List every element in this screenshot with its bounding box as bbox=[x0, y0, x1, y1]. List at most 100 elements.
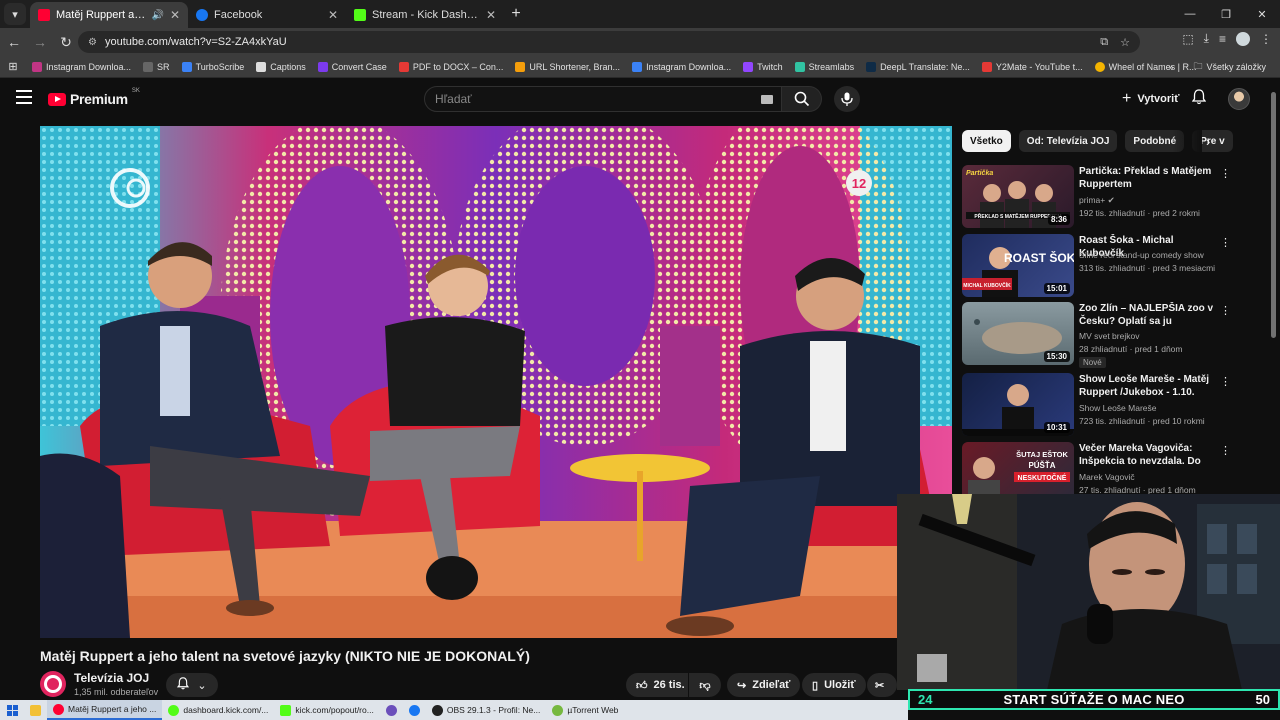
recommendation-item[interactable]: 15:30 Zoo Zlín – NAJLEPŠIA zoo v Česku? … bbox=[962, 302, 1262, 368]
video-title[interactable]: Večer Mareka Vagoviča: Inšpekcia to nevz… bbox=[1079, 442, 1215, 468]
bookmark-item[interactable]: Twitch bbox=[737, 61, 789, 72]
restore-button[interactable]: ❐ bbox=[1208, 0, 1244, 28]
taskbar-item[interactable] bbox=[380, 700, 403, 720]
voice-search-button[interactable] bbox=[834, 86, 860, 112]
taskbar-item[interactable]: Matěj Ruppert a jeho ... bbox=[47, 700, 163, 720]
more-actions-icon[interactable]: ⋮ bbox=[1220, 167, 1231, 180]
bookmarks-right: » 🗀 Všetky záložky bbox=[1168, 59, 1272, 75]
create-label: Vytvoriť bbox=[1137, 93, 1180, 105]
chevron-right-icon[interactable]: » bbox=[1168, 62, 1173, 72]
taskbar-item[interactable]: dashboard.kick.com/... bbox=[162, 700, 274, 720]
tab-youtube[interactable]: Matěj Ruppert a jeho talent 🔊 ✕ bbox=[30, 2, 188, 28]
video-channel[interactable]: Marek Vagovič bbox=[1079, 472, 1135, 482]
video-duration: 15:30 bbox=[1043, 351, 1070, 362]
taskbar-item[interactable]: µTorrent Web bbox=[546, 700, 624, 720]
bookmark-item[interactable]: DeepL Translate: Ne... bbox=[860, 61, 976, 72]
close-icon[interactable]: ✕ bbox=[486, 8, 496, 22]
install-app-icon[interactable]: ⧉ bbox=[1100, 36, 1108, 49]
clip-button[interactable]: ✂ bbox=[867, 673, 897, 697]
video-channel[interactable]: MV svet brejkov bbox=[1079, 331, 1139, 341]
bookmark-item[interactable]: TurboScribe bbox=[176, 61, 251, 72]
taskbar-item[interactable] bbox=[403, 700, 426, 720]
bookmark-item[interactable]: Y2Mate - YouTube t... bbox=[976, 61, 1089, 72]
bookmark-item[interactable]: Convert Case bbox=[312, 61, 393, 72]
close-icon[interactable]: ✕ bbox=[170, 8, 180, 22]
back-button[interactable]: ← bbox=[2, 30, 26, 54]
account-avatar[interactable] bbox=[1228, 88, 1250, 110]
site-info-icon[interactable]: ⚙ bbox=[88, 37, 97, 48]
subscription-bell-button[interactable]: ⌄ bbox=[166, 673, 218, 697]
more-actions-icon[interactable]: ⋮ bbox=[1220, 375, 1231, 388]
reload-button[interactable]: ↻ bbox=[54, 30, 78, 54]
save-button[interactable]: ▯ Uložiť bbox=[802, 673, 866, 697]
close-window-button[interactable]: ✕ bbox=[1244, 0, 1280, 28]
bookmark-star-icon[interactable]: ☆ bbox=[1120, 36, 1130, 49]
search-input[interactable]: Hľadať bbox=[424, 86, 782, 112]
speaker-icon[interactable]: 🔊 bbox=[151, 10, 163, 21]
video-thumbnail[interactable]: 10:31 bbox=[962, 373, 1074, 436]
like-button[interactable]: 👍︎ 26 tis. bbox=[626, 673, 688, 697]
chip-from-channel[interactable]: Od: Televízia JOJ bbox=[1018, 130, 1118, 152]
video-title[interactable]: Show Leoše Mareše - Matěj Ruppert /Jukeb… bbox=[1079, 373, 1215, 399]
extensions-icon[interactable]: ⬚ bbox=[1182, 32, 1193, 46]
bookmark-item[interactable]: URL Shortener, Bran... bbox=[509, 61, 626, 72]
video-channel[interactable]: Silné reči stand-up comedy show bbox=[1079, 250, 1204, 260]
apps-grid-icon[interactable]: ⊞ bbox=[0, 60, 26, 73]
video-title[interactable]: Partička: Překlad s Matějem Ruppertem bbox=[1079, 165, 1215, 191]
plus-icon: + bbox=[1122, 90, 1132, 107]
recommendation-item[interactable]: 10:31 Show Leoše Mareše - Matěj Ruppert … bbox=[962, 373, 1262, 437]
recommendation-item[interactable]: Partička PŘEKLAD S MATĚJEM RUPPERTEM 8:3… bbox=[962, 165, 1262, 229]
video-channel[interactable]: Show Leoše Mareše bbox=[1079, 403, 1157, 413]
menu-hamburger-icon[interactable] bbox=[16, 90, 32, 104]
minimize-button[interactable]: — bbox=[1172, 0, 1208, 28]
recommendation-item[interactable]: ROAST ŠOKA MICHAL KUBOVČÍK 15:01 Roast Š… bbox=[962, 234, 1262, 298]
share-button[interactable]: ↪ Zdieľať bbox=[727, 673, 801, 697]
video-title[interactable]: Zoo Zlín – NAJLEPŠIA zoo v Česku? Oplatí… bbox=[1079, 302, 1215, 328]
channel-name[interactable]: Televízia JOJ bbox=[74, 671, 149, 685]
bookmark-item[interactable]: Captions bbox=[250, 61, 312, 72]
url-field[interactable]: ⚙ youtube.com/watch?v=S2-ZA4xkYaU ⧉ ☆ bbox=[78, 31, 1140, 53]
create-button[interactable]: + Vytvoriť bbox=[1112, 87, 1190, 111]
more-actions-icon[interactable]: ⋮ bbox=[1220, 444, 1231, 457]
bookmark-item[interactable]: Streamlabs bbox=[789, 61, 861, 72]
video-thumbnail[interactable]: ROAST ŠOKA MICHAL KUBOVČÍK 15:01 bbox=[962, 234, 1074, 297]
bookmark-favicon-icon bbox=[398, 61, 409, 72]
more-actions-icon[interactable]: ⋮ bbox=[1220, 304, 1231, 317]
profile-avatar[interactable] bbox=[1236, 31, 1250, 46]
video-thumbnail[interactable]: Partička PŘEKLAD S MATĚJEM RUPPERTEM 8:3… bbox=[962, 165, 1074, 228]
notifications-bell-icon[interactable] bbox=[1191, 89, 1207, 108]
bookmark-item[interactable]: SR bbox=[137, 61, 176, 72]
taskbar-file-explorer[interactable] bbox=[24, 700, 47, 720]
new-tab-button[interactable]: + bbox=[504, 2, 528, 26]
more-actions-icon[interactable]: ⋮ bbox=[1220, 236, 1231, 249]
all-bookmarks-folder[interactable]: 🗀 Všetky záložky bbox=[1187, 59, 1272, 75]
bookmark-item[interactable]: Instagram Downloa... bbox=[26, 61, 137, 72]
download-icon[interactable]: ⤓ bbox=[1204, 31, 1209, 46]
search-button[interactable] bbox=[782, 86, 822, 112]
taskbar-item[interactable]: kick.com/popout/ro... bbox=[274, 700, 379, 720]
chip-all[interactable]: Všetko bbox=[962, 130, 1011, 152]
menu-icon[interactable]: ⋮ bbox=[1260, 32, 1272, 46]
taskbar-item[interactable]: OBS 29.1.3 - Profil: Ne... bbox=[426, 700, 547, 720]
chevron-right-icon[interactable]: › bbox=[1206, 134, 1210, 149]
channel-avatar[interactable] bbox=[40, 671, 66, 697]
video-player[interactable]: 12 bbox=[40, 126, 952, 638]
video-thumbnail[interactable]: 15:30 bbox=[962, 302, 1074, 365]
dislike-button[interactable]: 👎︎ bbox=[689, 673, 721, 697]
keyboard-icon[interactable] bbox=[761, 95, 773, 104]
video-channel[interactable]: prima+ ✔ bbox=[1079, 195, 1115, 206]
url-text: youtube.com/watch?v=S2-ZA4xkYaU bbox=[104, 36, 287, 48]
close-icon[interactable]: ✕ bbox=[328, 8, 338, 22]
tab-search-button[interactable]: ▾ bbox=[4, 3, 26, 25]
chrome-icon bbox=[168, 704, 180, 716]
taskbar-label: µTorrent Web bbox=[567, 705, 619, 715]
bookmark-item[interactable]: PDF to DOCX – Con... bbox=[393, 61, 510, 72]
youtube-premium-logo[interactable]: Premium SK bbox=[48, 88, 140, 107]
tab-facebook[interactable]: Facebook ✕ bbox=[188, 2, 346, 28]
forward-button[interactable]: → bbox=[28, 30, 52, 54]
bookmark-item[interactable]: Instagram Downloa... bbox=[626, 61, 737, 72]
windows-start-icon[interactable] bbox=[0, 704, 24, 716]
tab-kick-dashboard[interactable]: Stream - Kick Dashboard ✕ bbox=[346, 2, 504, 28]
reading-list-icon[interactable]: ≡ bbox=[1219, 32, 1226, 46]
page-scrollbar[interactable] bbox=[1271, 92, 1276, 338]
